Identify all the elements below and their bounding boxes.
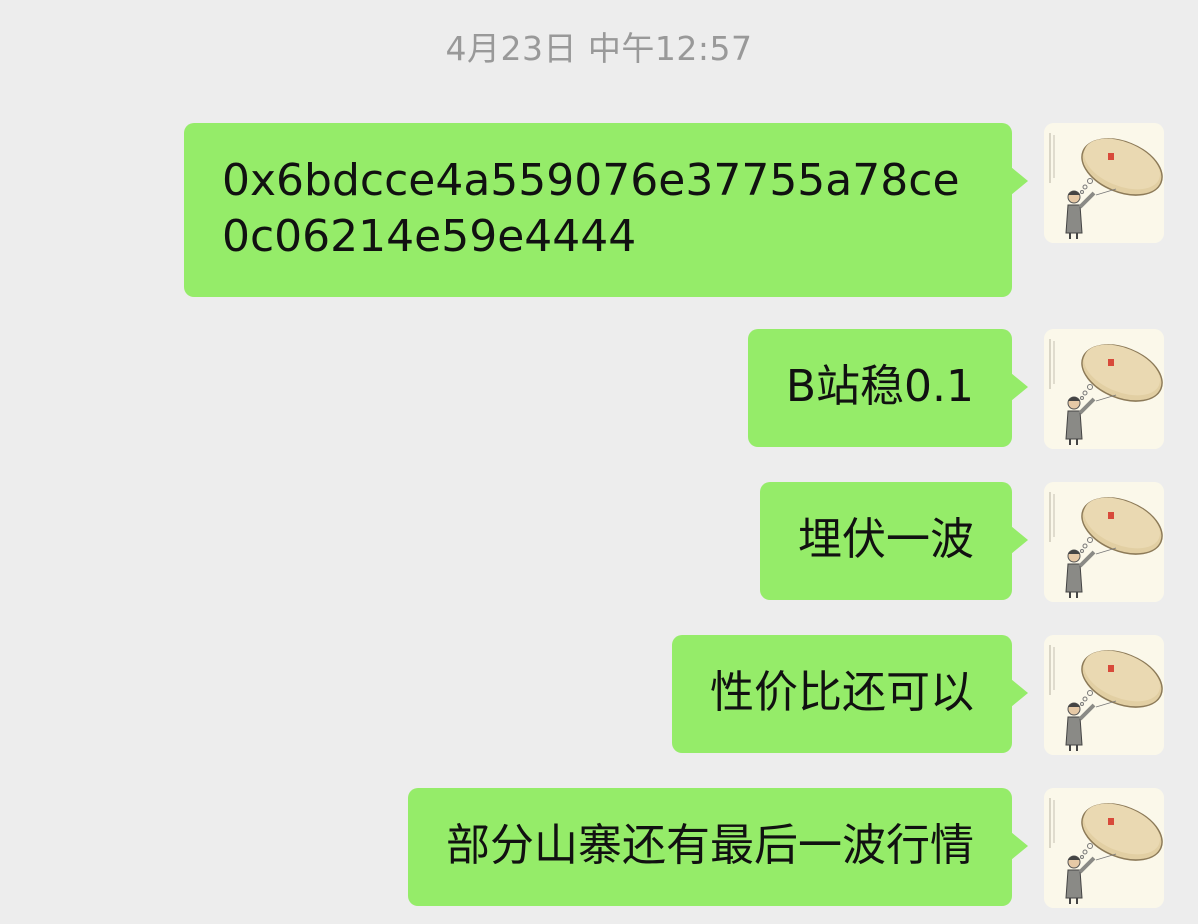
message-bubble[interactable]: 0x6bdcce4a559076e37755a78ce0c06214e59e44… xyxy=(184,123,1028,297)
pie-in-the-sky-cartoon-avatar-icon[interactable] xyxy=(1044,329,1164,449)
pie-in-the-sky-cartoon-avatar-icon[interactable] xyxy=(1044,635,1164,755)
message-bubble[interactable]: B站稳0.1 xyxy=(747,329,1029,447)
message-row: B站稳0.1 xyxy=(747,329,1164,449)
message-timestamp: 4月23日 中午12:57 xyxy=(445,29,753,68)
message-bubble[interactable]: 埋伏一波 xyxy=(760,482,1028,600)
message-row: 性价比还可以 xyxy=(672,635,1164,755)
message-bubble[interactable]: 性价比还可以 xyxy=(672,635,1028,753)
message-row: 0x6bdcce4a559076e37755a78ce0c06214e59e44… xyxy=(184,123,1164,297)
message-row: 部分山寨还有最后一波行情 xyxy=(408,788,1164,908)
pie-in-the-sky-cartoon-avatar-icon[interactable] xyxy=(1044,123,1164,243)
message-bubble[interactable]: 部分山寨还有最后一波行情 xyxy=(408,788,1028,906)
message-row: 埋伏一波 xyxy=(760,482,1164,602)
pie-in-the-sky-cartoon-avatar-icon[interactable] xyxy=(1044,482,1164,602)
pie-in-the-sky-cartoon-avatar-icon[interactable] xyxy=(1044,788,1164,908)
chat-view[interactable]: 4月23日 中午12:57 0x6bdcce4a559076e37755a78c… xyxy=(0,0,1198,924)
